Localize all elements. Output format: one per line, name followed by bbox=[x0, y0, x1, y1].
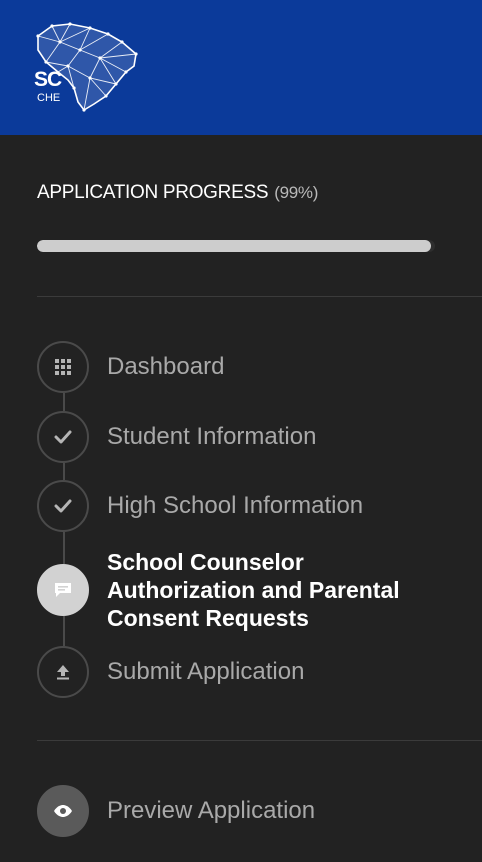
step-circle bbox=[37, 480, 89, 532]
application-progress-heading: APPLICATION PROGRESS (99%) bbox=[37, 182, 318, 204]
preview-application-button[interactable]: Preview Application bbox=[37, 785, 477, 837]
upload-icon bbox=[57, 665, 69, 680]
logo-text-sc: SC bbox=[34, 68, 62, 91]
logo-text-che: CHE bbox=[37, 92, 61, 104]
step-connector bbox=[63, 463, 65, 480]
step-label-dashboard: Dashboard bbox=[107, 353, 225, 380]
check-icon bbox=[54, 499, 72, 513]
step-circle bbox=[37, 341, 89, 393]
divider bbox=[37, 296, 482, 297]
eye-icon bbox=[54, 805, 72, 817]
progress-percent: (99%) bbox=[274, 183, 319, 202]
step-circle bbox=[37, 646, 89, 698]
progress-bar-fill bbox=[37, 240, 432, 252]
step-student-information[interactable]: Student Information bbox=[37, 411, 477, 463]
check-icon bbox=[54, 430, 72, 444]
step-circle-active bbox=[37, 564, 89, 616]
chat-icon bbox=[55, 583, 71, 597]
preview-application-label: Preview Application bbox=[107, 797, 316, 824]
step-label-submit-application: Submit Application bbox=[107, 658, 305, 685]
step-label-student-information: Student Information bbox=[107, 423, 317, 450]
header: SC CHE bbox=[0, 0, 482, 135]
step-counselor-consent-requests[interactable]: School Counselor Authorization and Paren… bbox=[37, 548, 477, 634]
step-connector bbox=[63, 393, 65, 411]
progress-title: APPLICATION PROGRESS bbox=[37, 182, 269, 203]
progress-bar bbox=[37, 240, 435, 252]
preview-circle bbox=[37, 785, 89, 837]
step-high-school-information[interactable]: High School Information bbox=[37, 480, 477, 532]
divider bbox=[37, 740, 482, 741]
step-dashboard[interactable]: Dashboard bbox=[37, 341, 477, 393]
step-label-counselor-consent-requests: School Counselor Authorization and Paren… bbox=[107, 549, 400, 631]
step-circle bbox=[37, 411, 89, 463]
grid-icon bbox=[55, 359, 71, 375]
step-label-high-school-information: High School Information bbox=[107, 492, 364, 519]
step-submit-application[interactable]: Submit Application bbox=[37, 646, 477, 698]
